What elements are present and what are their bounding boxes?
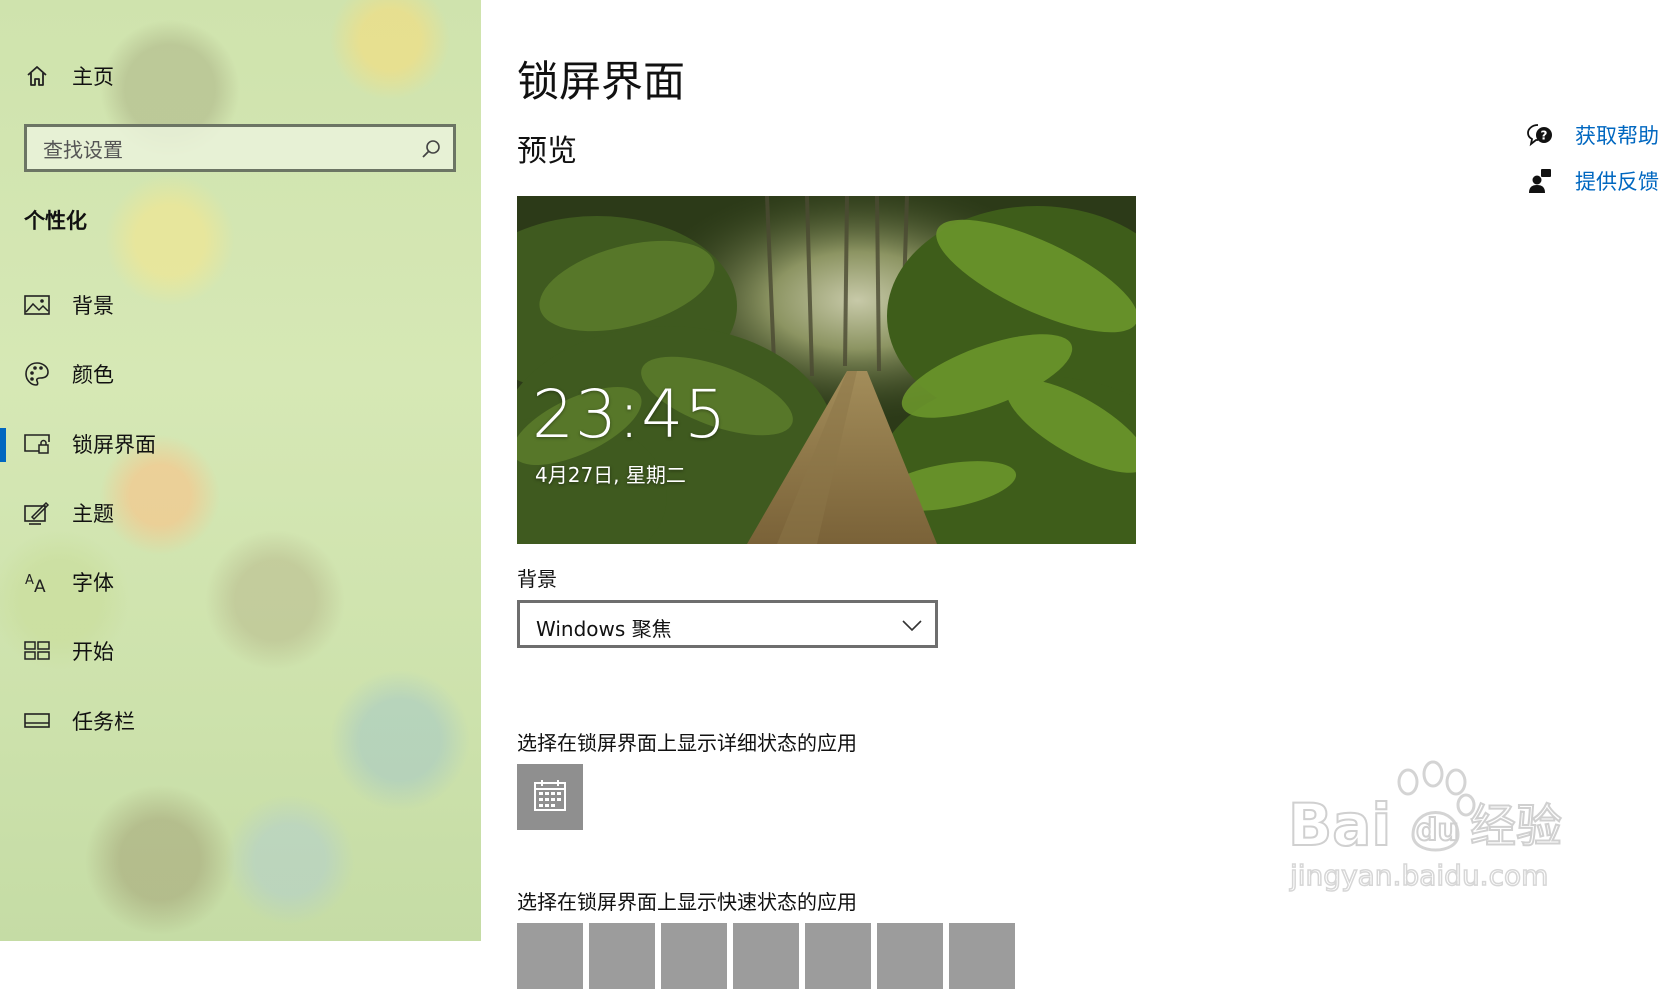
sidebar-item-themes[interactable]: 主题 — [0, 485, 481, 541]
lock-screen-icon — [24, 431, 50, 457]
sidebar-item-label: 任务栏 — [72, 710, 135, 734]
detail-status-app-button[interactable] — [517, 764, 583, 830]
search-box[interactable] — [24, 124, 456, 172]
background-dropdown-value: Windows 聚焦 — [536, 617, 672, 641]
feedback-label: 提供反馈 — [1575, 170, 1659, 194]
sidebar-item-label: 开始 — [72, 640, 114, 664]
lock-screen-preview: 23:45 4月27日, 星期二 — [517, 196, 1136, 544]
sidebar-item-label: 背景 — [72, 294, 114, 318]
feedback-link[interactable]: 提供反馈 — [1525, 165, 1659, 197]
get-help-link[interactable]: ? 获取帮助 — [1525, 119, 1659, 151]
sidebar: 主页 个性化 背景 颜色 锁屏界面 主题 AA 字体 — [0, 0, 481, 941]
preview-date: 4月27日, 星期二 — [535, 463, 686, 487]
quick-status-app-button[interactable] — [517, 923, 583, 989]
sidebar-item-label: 颜色 — [72, 363, 114, 387]
sidebar-item-colors[interactable]: 颜色 — [0, 346, 481, 402]
taskbar-icon — [24, 708, 50, 734]
chevron-down-icon — [901, 616, 923, 634]
help-chat-icon: ? — [1525, 120, 1555, 150]
sidebar-item-background[interactable]: 背景 — [0, 277, 481, 333]
sidebar-item-start[interactable]: 开始 — [0, 623, 481, 679]
sidebar-item-fonts[interactable]: AA 字体 — [0, 554, 481, 610]
theme-brush-icon — [24, 500, 50, 526]
search-icon[interactable] — [419, 137, 443, 161]
font-icon: AA — [24, 569, 50, 595]
background-dropdown[interactable]: Windows 聚焦 — [517, 600, 938, 648]
watermark-brand: Bai — [1288, 791, 1391, 859]
home-label: 主页 — [72, 65, 114, 89]
sidebar-item-label: 锁屏界面 — [72, 433, 156, 457]
quick-status-app-button[interactable] — [949, 923, 1015, 989]
picture-icon — [24, 292, 50, 318]
calendar-icon — [533, 778, 567, 816]
section-title: 个性化 — [24, 209, 87, 233]
quick-status-app-button[interactable] — [877, 923, 943, 989]
preview-time: 23:45 — [532, 376, 728, 453]
sidebar-item-label: 主题 — [72, 502, 114, 526]
svg-text:A: A — [34, 577, 46, 594]
svg-text:?: ? — [1541, 129, 1548, 143]
svg-text:A: A — [25, 573, 34, 588]
background-label: 背景 — [517, 567, 557, 591]
quick-status-app-button[interactable] — [589, 923, 655, 989]
search-input[interactable] — [41, 134, 405, 166]
feedback-person-icon — [1525, 166, 1555, 196]
sidebar-item-taskbar[interactable]: 任务栏 — [0, 693, 481, 749]
baidu-jingyan-watermark: Bai du 经验 jingyan.baidu.com — [1288, 760, 1563, 893]
quick-status-app-button[interactable] — [661, 923, 727, 989]
sidebar-item-lock-screen[interactable]: 锁屏界面 — [0, 416, 481, 472]
forest-path-image — [517, 196, 1136, 544]
watermark-brand2: du — [1416, 813, 1459, 848]
quick-status-app-button[interactable] — [805, 923, 871, 989]
preview-heading: 预览 — [517, 134, 577, 169]
home-nav-item[interactable]: 主页 — [0, 48, 481, 104]
home-icon — [24, 63, 50, 89]
sidebar-item-label: 字体 — [72, 571, 114, 595]
watermark-url: jingyan.baidu.com — [1289, 859, 1548, 892]
start-tiles-icon — [24, 638, 50, 664]
detail-status-label: 选择在锁屏界面上显示详细状态的应用 — [517, 731, 857, 755]
palette-icon — [24, 361, 50, 387]
quick-status-label: 选择在锁屏界面上显示快速状态的应用 — [517, 890, 857, 914]
watermark-cn: 经验 — [1470, 799, 1562, 853]
page-title: 锁屏界面 — [517, 57, 686, 106]
get-help-label: 获取帮助 — [1575, 124, 1659, 148]
quick-status-app-button[interactable] — [733, 923, 799, 989]
